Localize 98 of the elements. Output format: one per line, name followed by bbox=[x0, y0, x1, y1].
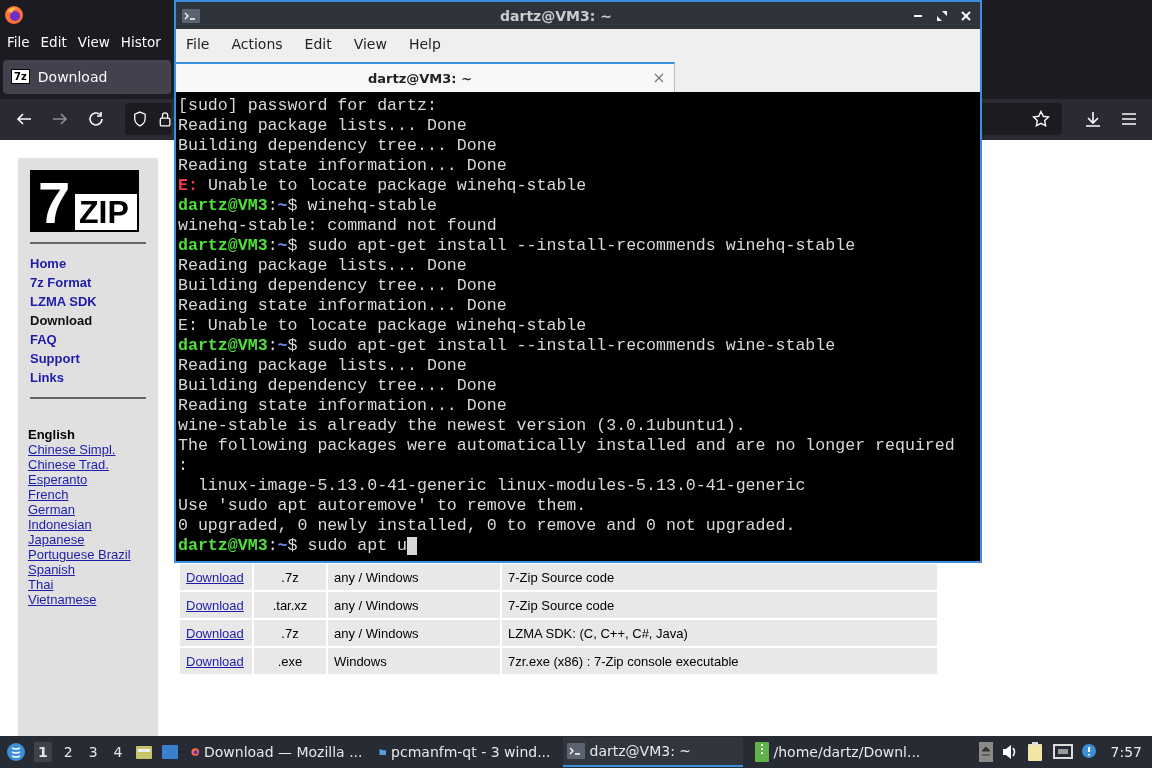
menu-item[interactable]: File bbox=[186, 35, 210, 52]
address-bar[interactable] bbox=[125, 103, 171, 136]
language-link[interactable]: Japanese bbox=[28, 532, 85, 547]
language-link[interactable]: Esperanto bbox=[28, 472, 88, 487]
download-icon[interactable] bbox=[1084, 110, 1102, 129]
table-cell: .tar.xz bbox=[254, 592, 326, 618]
terminal-line: dartz@VM3:~$ sudo apt-get install --install-recommends wine-stable bbox=[178, 336, 836, 356]
lock-icon[interactable] bbox=[158, 110, 171, 129]
language-link[interactable]: Thai bbox=[28, 577, 54, 592]
nav-link[interactable]: Links bbox=[30, 368, 158, 387]
terminal-line: Reading package lists... Done bbox=[178, 256, 467, 276]
menu-item[interactable]: Help bbox=[408, 35, 441, 52]
network-icon[interactable] bbox=[1052, 743, 1073, 761]
terminal-line: wine-stable is already the newest version (3.0.1ubuntu1). bbox=[178, 416, 746, 436]
menu-item[interactable]: View bbox=[353, 35, 387, 52]
tab-title: Download bbox=[37, 68, 108, 85]
archive-icon bbox=[754, 742, 769, 762]
language-link[interactable]: Portuguese Brazil bbox=[28, 547, 131, 562]
table-cell: any / Windows bbox=[328, 592, 500, 618]
table-cell: 7-Zip Source code bbox=[502, 592, 937, 618]
tab-favicon: 7z bbox=[11, 69, 30, 85]
nav-link[interactable]: Home bbox=[30, 254, 158, 273]
terminal-line: 0 upgraded, 0 newly installed, 0 to remove and 0 not upgraded. bbox=[178, 516, 796, 536]
start-menu-icon[interactable] bbox=[6, 742, 26, 762]
table-cell: .exe bbox=[254, 648, 326, 674]
clipboard-icon[interactable] bbox=[1026, 742, 1045, 762]
menu-item[interactable]: Edit bbox=[304, 35, 332, 52]
language-link[interactable]: Indonesian bbox=[28, 517, 92, 532]
terminal-line: Reading state information... Done bbox=[178, 156, 507, 176]
terminal-icon bbox=[182, 8, 200, 23]
tab-label: dartz@VM3: ~ bbox=[367, 70, 473, 86]
terminal-line: E: Unable to locate package winehq-stable bbox=[178, 316, 587, 336]
terminal-line: linux-image-5.13.0-41-generic linux-modules-5.13.0-41-generic bbox=[196, 476, 806, 496]
language-link[interactable]: Spanish bbox=[28, 562, 75, 577]
terminal-line: winehq-stable: command not found bbox=[178, 216, 497, 236]
clock: 7:57 bbox=[1110, 744, 1142, 760]
taskbar-button[interactable]: pcmanfm-qt - 3 wind... bbox=[374, 737, 555, 767]
menu-item[interactable]: Edit bbox=[40, 34, 67, 51]
table-cell: 7-Zip Source code bbox=[502, 564, 937, 590]
terminal-line: Reading package lists... Done bbox=[178, 356, 467, 376]
tray-expand-icon[interactable] bbox=[978, 742, 993, 762]
address-bar[interactable] bbox=[980, 103, 1062, 136]
window-title: dartz@VM3: ~ bbox=[499, 7, 613, 24]
table-cell: any / Windows bbox=[328, 620, 500, 646]
firefox-icon[interactable] bbox=[4, 4, 24, 25]
nav-link[interactable]: Download bbox=[30, 311, 158, 330]
language-link[interactable]: Chinese Simpl. bbox=[28, 442, 116, 457]
terminal-line: Reading state information... Done bbox=[178, 296, 507, 316]
taskbar-button[interactable]: /home/dartz/Downl... bbox=[750, 737, 931, 767]
table-cell: .7z bbox=[254, 564, 326, 590]
terminal-line: E: Unable to locate package winehq-stable bbox=[178, 176, 587, 196]
terminal-line: Building dependency tree... Done bbox=[178, 276, 497, 296]
table-cell: .7z bbox=[254, 620, 326, 646]
terminal-line: Reading package lists... Done bbox=[178, 116, 467, 136]
language-link[interactable]: English bbox=[28, 427, 75, 442]
browser-tab[interactable]: 7z Download bbox=[3, 59, 171, 94]
maximize-icon[interactable] bbox=[936, 9, 948, 22]
desktop-icon[interactable] bbox=[160, 743, 179, 761]
table-cell: any / Windows bbox=[328, 564, 500, 590]
logo: 7 ZIP bbox=[30, 170, 139, 232]
terminal-tab[interactable]: dartz@VM3: ~ bbox=[176, 62, 675, 92]
terminal-line: The following packages were automatically installed and are no longer required bbox=[178, 436, 955, 456]
table-cell: LZMA SDK: (C, C++, C#, Java) bbox=[502, 620, 937, 646]
desktop-switcher[interactable]: 3 bbox=[84, 742, 102, 762]
language-link[interactable]: Chinese Trad. bbox=[28, 457, 109, 472]
terminal-line: Use 'sudo apt autoremove' to remove them. bbox=[178, 496, 587, 516]
terminal-line: : bbox=[178, 456, 188, 476]
desktop-switcher[interactable]: 2 bbox=[59, 742, 77, 762]
menu-item[interactable]: File bbox=[7, 34, 30, 51]
terminal-icon bbox=[566, 743, 585, 759]
nav-link[interactable]: 7z Format bbox=[30, 273, 158, 292]
taskbar-button[interactable]: dartz@VM3: ~ bbox=[562, 737, 743, 767]
file-manager-icon[interactable] bbox=[134, 743, 153, 761]
language-link[interactable]: French bbox=[28, 487, 69, 502]
table-cell: Windows bbox=[328, 648, 500, 674]
menu-item[interactable]: Actions bbox=[231, 35, 283, 52]
menu-item[interactable]: View bbox=[77, 34, 110, 51]
table-cell: 7zr.exe (x86) : 7-Zip console executable bbox=[502, 648, 937, 674]
terminal-line: Building dependency tree... Done bbox=[178, 376, 497, 396]
terminal-line: Building dependency tree... Done bbox=[178, 136, 497, 156]
terminal-line: dartz@VM3:~$ winehq-stable bbox=[178, 196, 437, 216]
notification-icon[interactable] bbox=[1080, 743, 1099, 761]
nav-link[interactable]: LZMA SDK bbox=[30, 292, 158, 311]
nav-link[interactable]: FAQ bbox=[30, 330, 158, 349]
shield-icon[interactable] bbox=[133, 110, 147, 129]
star-icon[interactable] bbox=[1032, 110, 1050, 129]
nav-link[interactable]: Support bbox=[30, 349, 158, 368]
language-link[interactable]: Vietnamese bbox=[28, 592, 97, 607]
terminal-line: [sudo] password for dartz: bbox=[178, 96, 437, 116]
terminal-line: Reading state information... Done bbox=[178, 396, 507, 416]
terminal-line: dartz@VM3:~$ sudo apt u bbox=[178, 536, 418, 556]
desktop-switcher[interactable]: 1 bbox=[34, 742, 52, 762]
terminal-line: dartz@VM3:~$ sudo apt-get install --install-recommends winehq-stable bbox=[178, 236, 856, 256]
taskbar-button[interactable]: Download — Mozilla ... bbox=[186, 737, 367, 767]
menu-item[interactable]: Histor bbox=[120, 34, 161, 51]
reload-icon[interactable] bbox=[87, 110, 105, 129]
language-link[interactable]: German bbox=[28, 502, 75, 517]
desktop-switcher[interactable]: 4 bbox=[109, 742, 127, 762]
